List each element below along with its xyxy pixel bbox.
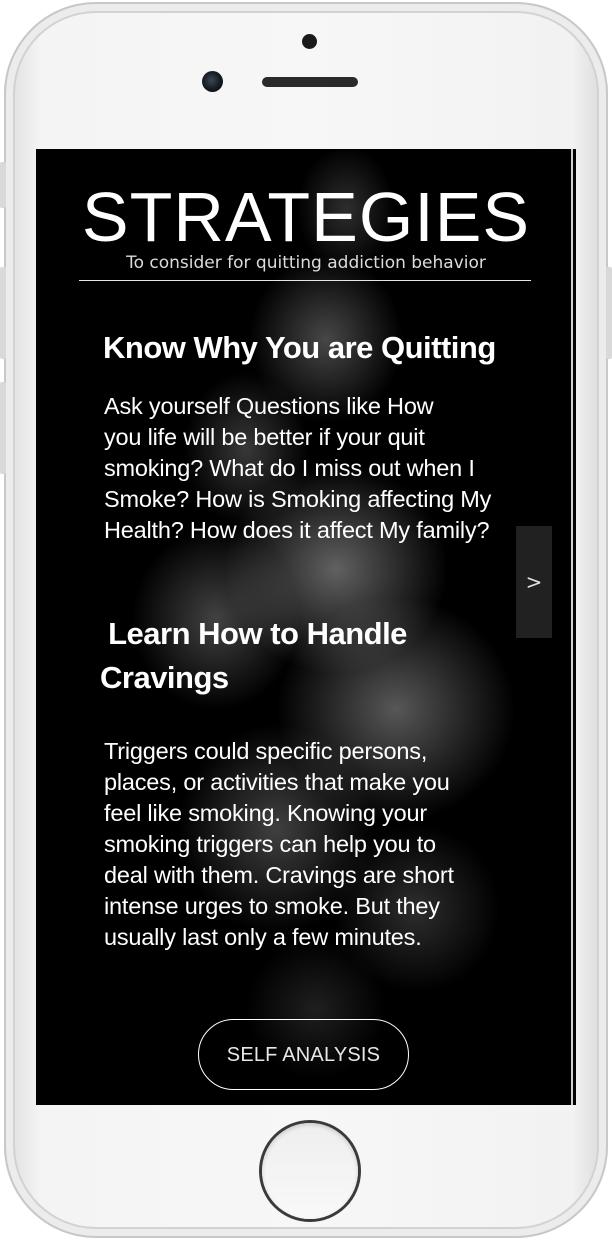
body-line: Ask yourself Questions like How (104, 393, 434, 419)
app-screen: STRATEGIES To consider for quitting addi… (36, 149, 576, 1105)
section-heading-cravings-line2: Cravings (100, 660, 229, 695)
page-subtitle: To consider for quitting addiction behav… (126, 253, 486, 273)
volume-down-button (0, 382, 6, 474)
body-line: smoking triggers can help you to (104, 831, 436, 857)
mute-switch (0, 162, 6, 208)
page-title: STRATEGIES (81, 178, 531, 256)
section-heading-know-why: Know Why You are Quitting (103, 330, 496, 365)
screen-edge-line (571, 149, 573, 1105)
front-camera-icon (202, 71, 223, 92)
body-line: Smoke? How is Smoking affecting My (104, 486, 492, 512)
body-line: intense urges to smoke. But they (104, 893, 440, 919)
section-heading-cravings-line1: Learn How to Handle (100, 616, 407, 651)
body-line: smoking? What do I miss out when I (104, 455, 475, 481)
next-arrow-button[interactable]: > (516, 526, 552, 638)
earpiece-speaker (262, 77, 358, 87)
body-line: Triggers could specific persons, (104, 738, 428, 764)
body-line: feel like smoking. Knowing your (104, 800, 427, 826)
title-divider (79, 280, 531, 281)
body-line: you life will be better if your quit (104, 424, 425, 450)
self-analysis-button[interactable]: SELF ANALYSIS (198, 1019, 409, 1090)
power-button (606, 267, 612, 359)
body-line: places, or activities that make you (104, 769, 450, 795)
body-line: deal with them. Cravings are short (104, 862, 454, 888)
proximity-sensor (302, 34, 317, 49)
volume-up-button (0, 267, 6, 359)
home-button[interactable] (262, 1123, 358, 1219)
body-line: usually last only a few minutes. (104, 924, 422, 950)
body-line: Health? How does it affect My family? (104, 517, 490, 543)
